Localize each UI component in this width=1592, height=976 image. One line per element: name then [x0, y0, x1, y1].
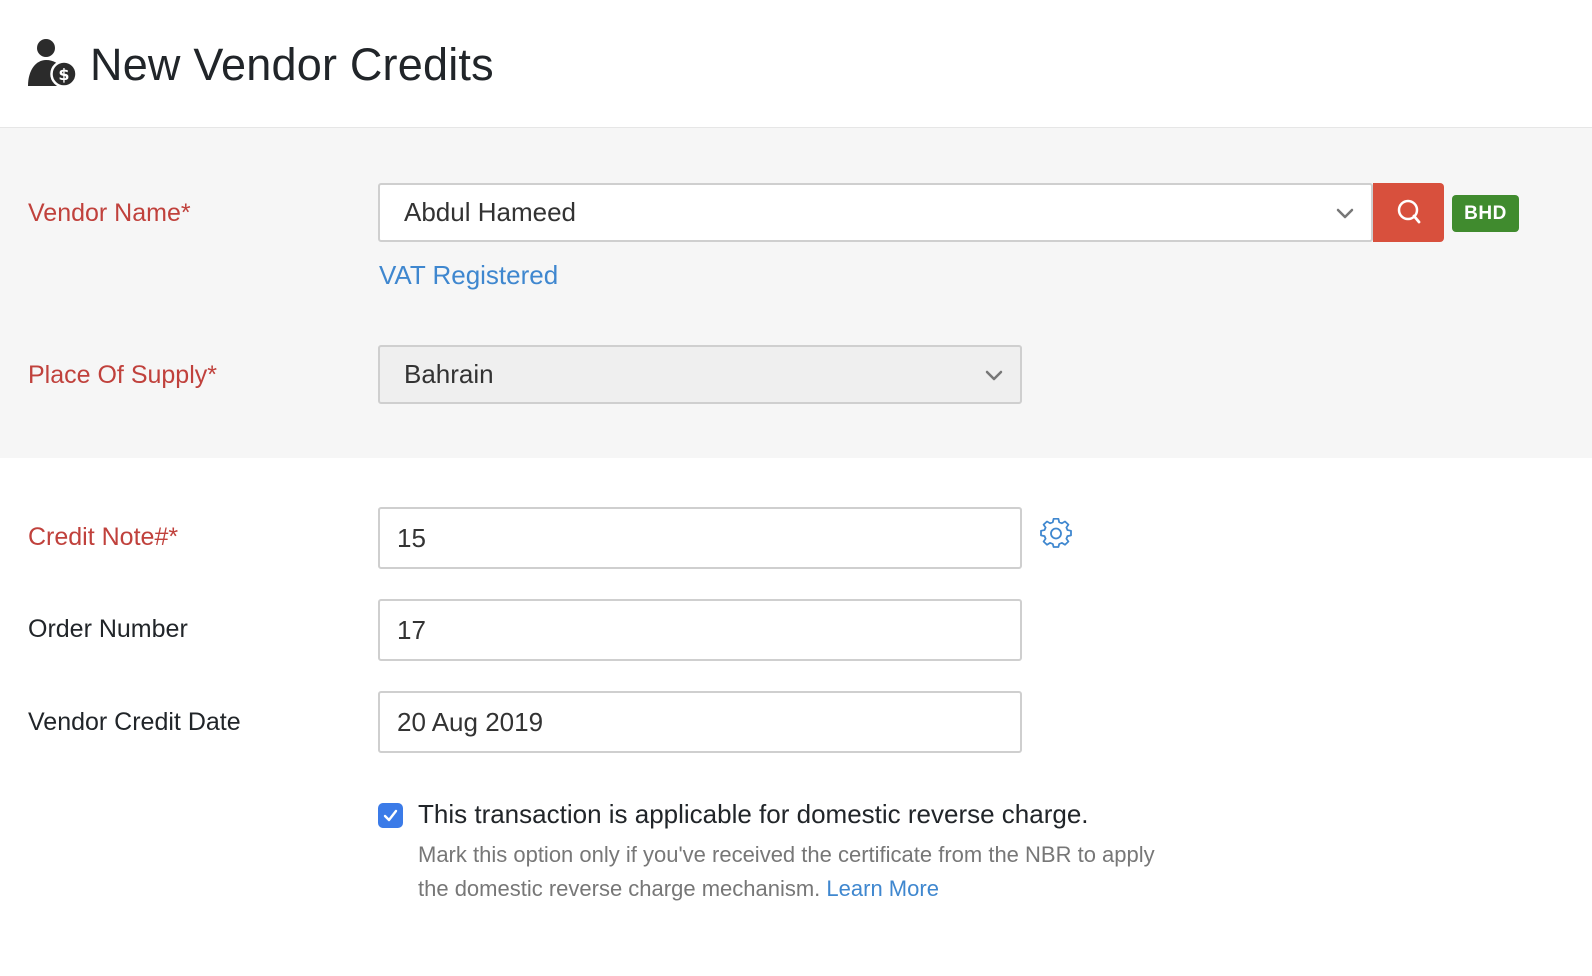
vendor-credits-icon: $ — [28, 39, 78, 88]
page-title: New Vendor Credits — [90, 39, 494, 90]
search-icon — [1397, 199, 1420, 223]
vendor-name-label: Vendor Name* — [28, 199, 191, 227]
place-of-supply-select[interactable]: Bahrain — [378, 345, 1022, 404]
vendor-search-button[interactable] — [1373, 183, 1444, 242]
learn-more-link[interactable]: Learn More — [826, 876, 939, 901]
reverse-charge-help-text: Mark this option only if you've received… — [418, 838, 1178, 906]
vendor-section — [0, 128, 1592, 458]
checkmark-icon — [383, 809, 398, 822]
place-of-supply-value: Bahrain — [404, 359, 494, 389]
page-header: $ New Vendor Credits — [0, 0, 1592, 128]
chevron-down-icon — [985, 370, 1003, 380]
vendor-name-value: Abdul Hameed — [404, 197, 576, 227]
credit-note-label: Credit Note#* — [28, 523, 179, 551]
order-number-label: Order Number — [28, 615, 188, 643]
vendor-credit-date-input[interactable] — [378, 691, 1022, 753]
order-number-input[interactable] — [378, 599, 1022, 661]
svg-text:$: $ — [58, 65, 69, 84]
credit-note-input[interactable] — [378, 507, 1022, 569]
vendor-credit-date-label: Vendor Credit Date — [28, 708, 241, 736]
chevron-down-icon — [1336, 208, 1354, 218]
place-of-supply-label: Place Of Supply* — [28, 361, 217, 389]
gear-icon[interactable] — [1040, 518, 1072, 550]
currency-badge: BHD — [1452, 195, 1519, 232]
reverse-charge-checkbox[interactable] — [378, 803, 403, 828]
reverse-charge-label[interactable]: This transaction is applicable for domes… — [418, 797, 1089, 831]
vat-registered-link[interactable]: VAT Registered — [379, 258, 558, 292]
vendor-name-select[interactable]: Abdul Hameed — [378, 183, 1373, 242]
reverse-charge-help-body: Mark this option only if you've received… — [418, 842, 1155, 901]
